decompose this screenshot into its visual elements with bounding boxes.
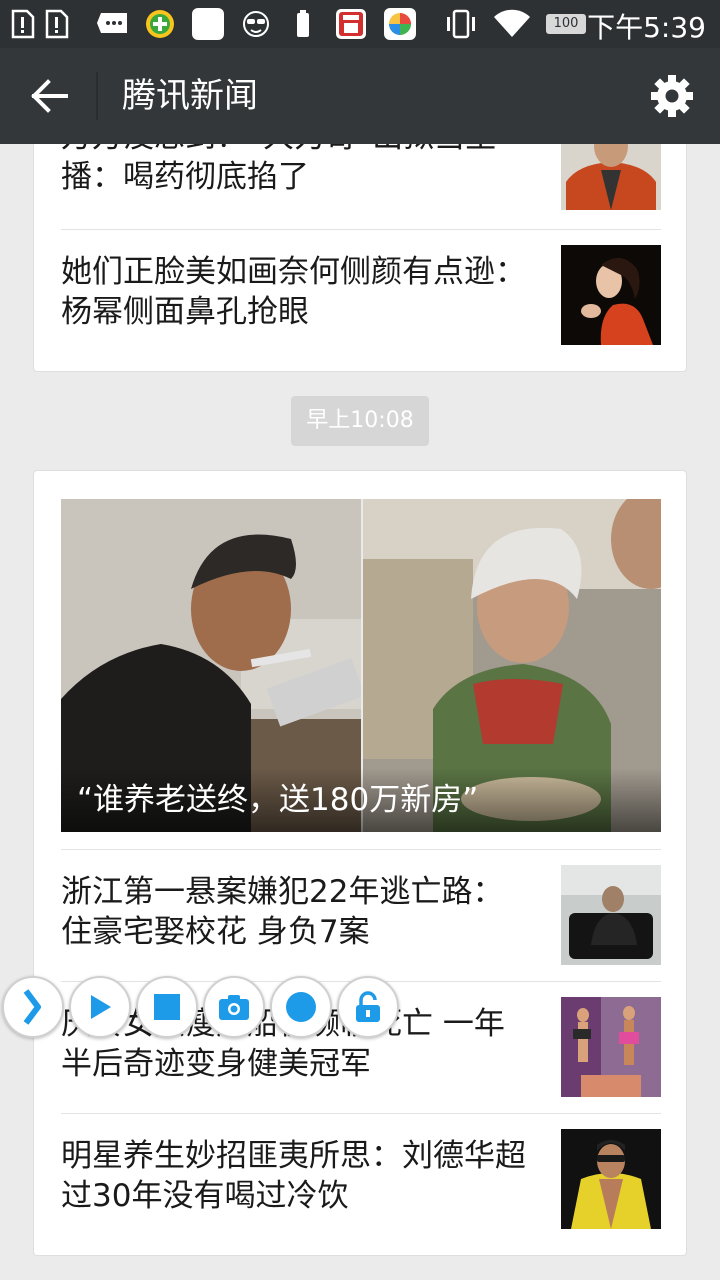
news-card: 万万没想到！“大力哥”出狱当主播：喝药彻底掐了 她们正脸美如画奈何侧颜有点逊：杨… (33, 144, 687, 372)
message-icon (94, 8, 130, 40)
list-item[interactable]: 浙江第一悬案嫌犯22年逃亡路：住豪宅娶校花 身负7案 (61, 849, 661, 981)
gear-icon[interactable] (650, 74, 694, 118)
news-title: 浙江第一悬案嫌犯22年逃亡路：住豪宅娶校花 身负7案 (61, 874, 504, 950)
hero-caption: “谁养老送终，送180万新房” (61, 768, 661, 832)
360-plus-icon (144, 8, 176, 40)
hero-news-image[interactable]: “谁养老送终，送180万新房” (61, 499, 661, 832)
expand-chevron-icon[interactable] (2, 976, 64, 1038)
photo-app-icon (382, 8, 418, 40)
sim2-alert-icon (42, 8, 72, 40)
play-icon[interactable] (69, 976, 131, 1038)
battery-icon: 100 (546, 14, 586, 34)
news-title: 明星养生妙招匪夷所思：刘德华超过30年没有喝过冷饮 (61, 1138, 526, 1214)
blank-app-icon (190, 8, 226, 40)
calendar-app-icon (334, 8, 368, 40)
incognito-icon (240, 8, 272, 40)
news-thumbnail (561, 144, 661, 210)
news-title: 她们正脸美如画奈何侧颜有点逊：杨幂侧面鼻孔抢眼 (61, 254, 526, 330)
news-thumbnail (561, 245, 661, 345)
vibrate-icon (442, 8, 480, 40)
app-bar-divider (96, 72, 98, 120)
list-item[interactable]: 她们正脸美如画奈何侧颜有点逊：杨幂侧面鼻孔抢眼 (61, 229, 661, 361)
list-item[interactable]: 明星养生妙招匪夷所思：刘德华超过30年没有喝过冷饮 (61, 1113, 661, 1245)
news-feed[interactable]: 万万没想到！“大力哥”出狱当主播：喝药彻底掐了 她们正脸美如画奈何侧颜有点逊：杨… (0, 144, 720, 1280)
status-bar: 100 下午5:39 (0, 0, 720, 48)
battery-small-icon (292, 8, 314, 40)
camera-icon[interactable] (203, 976, 265, 1038)
stop-icon[interactable] (136, 976, 198, 1038)
list-item[interactable]: 万万没想到！“大力哥”出狱当主播：喝药彻底掐了 (61, 144, 661, 227)
news-card: “谁养老送终，送180万新房” 浙江第一悬案嫌犯22年逃亡路：住豪宅娶校花 身负… (33, 470, 687, 1256)
time-separator: 早上10:08 (291, 396, 429, 446)
news-thumbnail (561, 997, 661, 1097)
record-icon[interactable] (270, 976, 332, 1038)
unlock-icon[interactable] (337, 976, 399, 1038)
news-title: 万万没想到！“大力哥”出狱当主播：喝药彻底掐了 (61, 144, 496, 195)
news-thumbnail (561, 865, 661, 965)
app-bar: 腾讯新闻 (0, 48, 720, 144)
wifi-icon (492, 8, 532, 40)
news-thumbnail (561, 1129, 661, 1229)
page-title: 腾讯新闻 (122, 76, 258, 116)
status-time: 下午5:39 (587, 11, 706, 44)
back-arrow-icon[interactable] (28, 74, 72, 118)
sim1-alert-icon (8, 8, 38, 40)
